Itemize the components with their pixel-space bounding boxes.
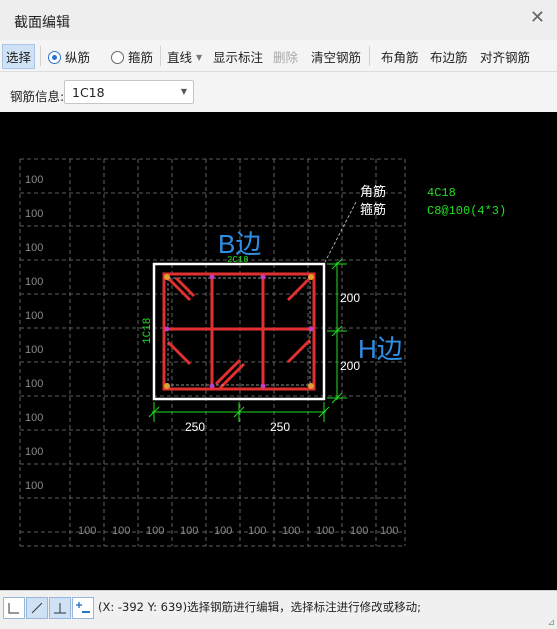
corner-rebar-legend: 角筋 bbox=[360, 184, 386, 199]
side-rebar-dot bbox=[260, 274, 266, 280]
left-scale-label: 100 bbox=[25, 446, 43, 458]
left-scale-label: 100 bbox=[25, 242, 43, 254]
select-tool-button[interactable]: 选择 bbox=[2, 44, 36, 69]
stirrup-hooks bbox=[166, 276, 312, 390]
bottom-scale-label: 100 bbox=[380, 525, 398, 537]
delete-button[interactable]: 删除 bbox=[273, 47, 298, 66]
rebar-dots[interactable] bbox=[164, 274, 314, 389]
bottom-dimension[interactable] bbox=[148, 402, 330, 422]
status-text: (X: -392 Y: 639)选择钢筋进行编辑，选择标注进行修改或移动; bbox=[98, 600, 421, 614]
longitudinal-rebar-label: 纵筋 bbox=[65, 50, 91, 65]
bottom-scale-label: 100 bbox=[350, 525, 368, 537]
right-dimension[interactable] bbox=[327, 258, 347, 404]
toolbar-divider bbox=[40, 46, 41, 66]
stirrup-label: 箍筋 bbox=[128, 50, 154, 65]
bottom-scale-label: 100 bbox=[180, 525, 198, 537]
orthogonal-icon[interactable] bbox=[3, 597, 25, 619]
line-tool-label: 直线 bbox=[167, 50, 193, 65]
stirrup-spec[interactable]: C8@100(4*3) bbox=[427, 204, 506, 218]
section-drawing: 100 100 100 100 100 100 100 100 100 100 … bbox=[19, 158, 506, 547]
left-scale-label: 100 bbox=[25, 412, 43, 424]
bottom-scale-labels: 100 100 100 100 100 100 100 100 100 100 bbox=[78, 525, 398, 537]
left-scale-label: 100 bbox=[25, 174, 43, 186]
left-scale-label: 100 bbox=[25, 208, 43, 220]
toolbar: 选择 纵筋 箍筋 直线 ▼ 显示标注 删除 清空钢筋 布角筋 布边筋 对齐钢筋 bbox=[0, 40, 557, 72]
left-scale-label: 100 bbox=[25, 276, 43, 288]
side-rebar-dot bbox=[260, 383, 266, 389]
h-side-label: H边 bbox=[358, 334, 403, 364]
resize-grip-icon[interactable]: ⊿ bbox=[547, 618, 555, 628]
rebar-info-label: 钢筋信息: bbox=[10, 89, 65, 104]
add-remove-icon[interactable] bbox=[72, 597, 94, 619]
corner-rebar-dot bbox=[308, 383, 314, 389]
status-bar: (X: -392 Y: 639)选择钢筋进行编辑，选择标注进行修改或移动; ⊿ bbox=[0, 590, 557, 629]
drawing-canvas[interactable]: 100 100 100 100 100 100 100 100 100 100 … bbox=[0, 112, 557, 590]
side-rebar-dot bbox=[209, 383, 215, 389]
corner-rebar-dot bbox=[164, 274, 170, 280]
show-labels-button[interactable]: 显示标注 bbox=[213, 47, 263, 66]
dimension-b1[interactable]: 250 bbox=[185, 420, 205, 434]
toolbar-divider bbox=[160, 46, 161, 66]
align-rebar-button[interactable]: 对齐钢筋 bbox=[480, 47, 530, 66]
rebar-info-value: 1C18 bbox=[72, 85, 105, 100]
section-editor-window: 截面编辑 ✕ 选择 纵筋 箍筋 直线 ▼ 显示标注 删除 清空钢筋 布角筋 布边筋… bbox=[0, 0, 557, 629]
longitudinal-rebar-radio[interactable]: 纵筋 bbox=[48, 47, 90, 66]
line-tool-dropdown[interactable]: 直线 ▼ bbox=[167, 47, 202, 66]
title-bar: 截面编辑 ✕ bbox=[0, 0, 557, 41]
stirrup-legend: 箍筋 bbox=[360, 202, 386, 217]
left-scale-label: 100 bbox=[25, 378, 43, 390]
left-scale-labels: 100 100 100 100 100 100 100 100 100 100 bbox=[25, 174, 43, 492]
legend-leader-line bbox=[324, 201, 357, 263]
outer-stirrup[interactable] bbox=[162, 272, 316, 391]
diagonal-line-icon[interactable] bbox=[26, 597, 48, 619]
toolbar-divider bbox=[369, 46, 370, 66]
corner-rebar-dot bbox=[164, 383, 170, 389]
bottom-scale-label: 100 bbox=[214, 525, 232, 537]
rebar-info-select[interactable]: 1C18 ▼ bbox=[64, 80, 194, 104]
side-rebar-button[interactable]: 布边筋 bbox=[430, 47, 468, 66]
corner-rebar-dot bbox=[308, 274, 314, 280]
dimension-b2[interactable]: 250 bbox=[270, 420, 290, 434]
rebar-info-bar: 钢筋信息: 1C18 ▼ bbox=[0, 72, 557, 112]
window-title: 截面编辑 bbox=[14, 15, 70, 31]
bottom-scale-label: 100 bbox=[282, 525, 300, 537]
side-rebar-dot bbox=[164, 326, 170, 332]
corner-rebar-button[interactable]: 布角筋 bbox=[381, 47, 419, 66]
side-rebar-dot bbox=[209, 274, 215, 280]
dimension-h1[interactable]: 200 bbox=[340, 291, 360, 305]
bottom-scale-label: 100 bbox=[146, 525, 164, 537]
bottom-scale-label: 100 bbox=[112, 525, 130, 537]
radio-selected-icon bbox=[48, 51, 61, 64]
stirrup-radio[interactable]: 箍筋 bbox=[111, 47, 153, 66]
side-rebar-dot bbox=[308, 326, 314, 332]
chevron-down-icon: ▼ bbox=[180, 87, 187, 96]
close-icon[interactable]: ✕ bbox=[530, 8, 545, 28]
dimension-h2[interactable]: 200 bbox=[340, 359, 360, 373]
left-scale-label: 100 bbox=[25, 344, 43, 356]
left-side-rebar-label[interactable]: 1C18 bbox=[142, 318, 154, 344]
chevron-down-icon: ▼ bbox=[196, 53, 203, 62]
bottom-scale-label: 100 bbox=[316, 525, 334, 537]
perpendicular-icon[interactable] bbox=[49, 597, 71, 619]
bottom-scale-label: 100 bbox=[78, 525, 96, 537]
left-scale-label: 100 bbox=[25, 310, 43, 322]
corner-rebar-spec[interactable]: 4C18 bbox=[427, 186, 456, 200]
radio-unselected-icon bbox=[111, 51, 124, 64]
section-outline[interactable] bbox=[152, 262, 326, 401]
bottom-scale-label: 100 bbox=[248, 525, 266, 537]
left-scale-label: 100 bbox=[25, 480, 43, 492]
clear-rebar-button[interactable]: 清空钢筋 bbox=[311, 47, 361, 66]
